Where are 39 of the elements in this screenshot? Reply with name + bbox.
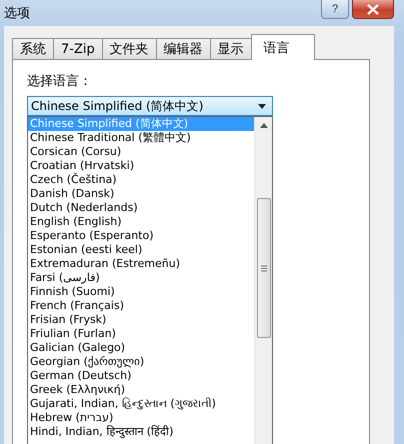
- language-option[interactable]: Hindi, Indian, हिन्दुस्तान (हिंदी): [28, 425, 254, 439]
- language-option[interactable]: German (Deutsch): [28, 369, 254, 383]
- language-option[interactable]: Croatian (Hrvatski): [28, 159, 254, 173]
- scroll-up-icon[interactable]: [260, 123, 268, 128]
- scrollbar[interactable]: [254, 117, 272, 444]
- grip-icon: [260, 264, 266, 272]
- language-option[interactable]: Czech (Čeština): [28, 173, 254, 187]
- language-option[interactable]: Finnish (Suomi): [28, 285, 254, 299]
- language-option[interactable]: English (English): [28, 215, 254, 229]
- language-option[interactable]: Esperanto (Esperanto): [28, 229, 254, 243]
- language-option[interactable]: Dutch (Nederlands): [28, 201, 254, 215]
- language-option[interactable]: Estonian (eesti keel): [28, 243, 254, 257]
- language-option[interactable]: Corsican (Corsu): [28, 145, 254, 159]
- tab[interactable]: 编辑器: [156, 38, 211, 60]
- language-option[interactable]: Georgian (ქართული): [28, 355, 254, 369]
- tab[interactable]: 显示: [210, 38, 252, 60]
- tab[interactable]: 语言: [250, 34, 315, 60]
- tab[interactable]: 文件夹: [102, 38, 157, 60]
- dropdown-caret-icon: [258, 104, 266, 108]
- language-option[interactable]: Danish (Dansk): [28, 187, 254, 201]
- language-dropdown[interactable]: Chinese Simplified (简体中文): [27, 96, 273, 116]
- language-label: 选择语言：: [27, 73, 93, 90]
- tab[interactable]: 系统: [12, 38, 54, 60]
- language-option[interactable]: Frisian (Frysk): [28, 313, 254, 327]
- language-option[interactable]: Friulian (Furlan): [28, 327, 254, 341]
- language-option[interactable]: Galician (Galego): [28, 341, 254, 355]
- language-option[interactable]: Greek (Ελληνική): [28, 383, 254, 397]
- language-option[interactable]: Hebrew (עברית): [28, 411, 254, 425]
- tab[interactable]: 7-Zip: [53, 38, 103, 60]
- scroll-thumb[interactable]: [256, 198, 270, 338]
- language-option[interactable]: Farsi (فارسی): [28, 271, 254, 285]
- close-icon: [366, 4, 380, 14]
- window-title: 选项: [4, 5, 30, 22]
- help-button[interactable]: ?: [321, 0, 349, 19]
- language-option[interactable]: Gujarati, Indian, હિન્દુસ્તાન (ગુજરાતી): [28, 397, 254, 411]
- language-option[interactable]: Chinese Traditional (繁體中文): [28, 131, 254, 145]
- close-button[interactable]: [352, 0, 394, 19]
- language-option[interactable]: French (Français): [28, 299, 254, 313]
- language-option[interactable]: Extremaduran (Estremeñu): [28, 257, 254, 271]
